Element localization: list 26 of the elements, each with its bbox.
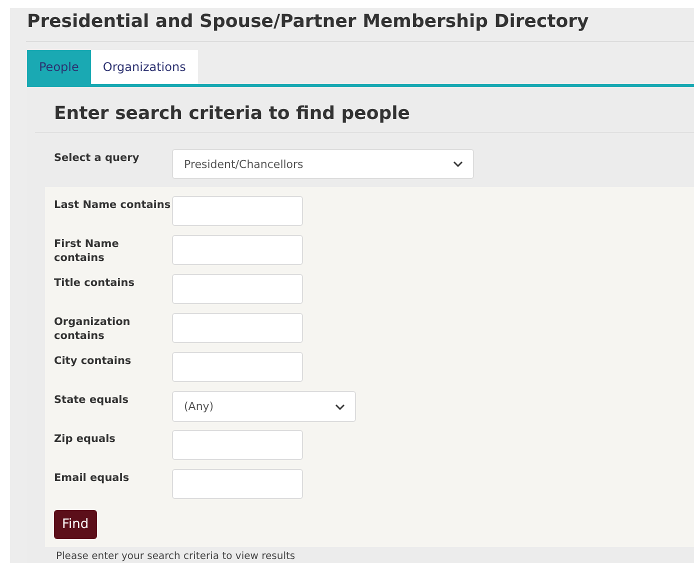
field-label: Select a query [54,151,140,166]
field-label: Organization contains [54,315,132,344]
input-field[interactable] [172,469,303,499]
field-label: State equals [54,393,130,408]
input-field[interactable] [172,313,303,343]
section-heading: Enter search criteria to find people [35,87,694,133]
find-button[interactable]: Find [54,510,97,539]
chevron-down-icon [335,404,345,410]
input-field[interactable] [172,235,303,265]
field-label: First Name contains [54,237,120,266]
field-label: Email equals [54,471,130,486]
tab[interactable]: People [27,50,91,84]
field-label: Title contains [54,276,136,291]
input-field[interactable] [172,352,303,382]
dropdown[interactable]: (Any) [172,391,356,422]
status-message: Please enter your search criteria to view results [55,550,296,562]
page-title: Presidential and Spouse/Partner Membership Directory [26,8,694,42]
dropdown[interactable]: President/Chancellors [172,149,474,179]
input-field[interactable] [172,430,303,460]
field-label: Last Name contains [54,198,172,213]
input-field[interactable] [172,274,303,304]
field-label: Zip equals [54,432,116,447]
tab[interactable]: Organizations [90,50,198,84]
chevron-down-icon [453,161,463,167]
input-field[interactable] [172,196,303,226]
field-label: City contains [54,354,132,369]
